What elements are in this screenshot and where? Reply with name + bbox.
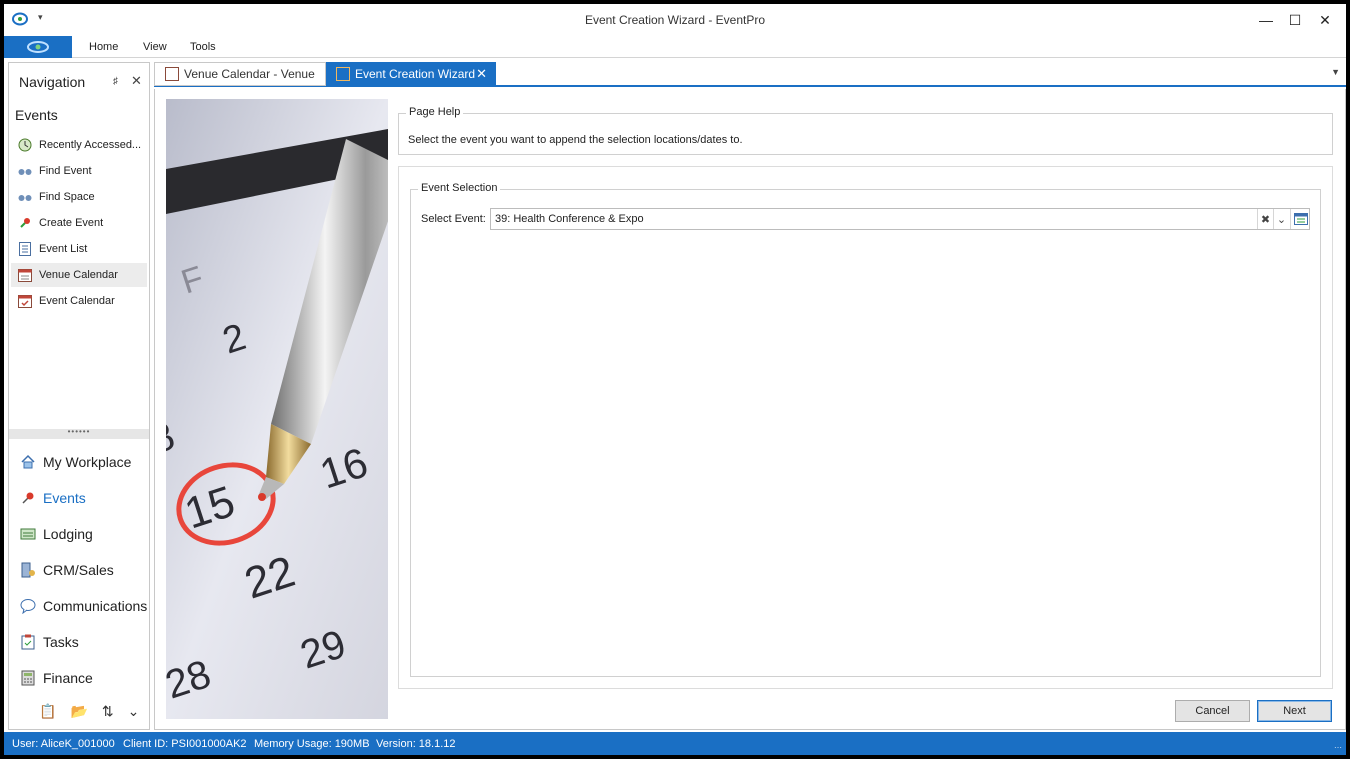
next-button[interactable]: Next [1257, 700, 1332, 722]
pushpin-icon [19, 489, 37, 507]
navigation-overflow-bar: 📋 📂 ⇅ ⌄ [39, 703, 139, 720]
status-client-id: Client ID: PSI001000AK2 [123, 738, 247, 750]
select-event-label: Select Event: [421, 213, 486, 225]
select-event-value: 39: Health Conference & Expo [495, 213, 644, 225]
module-tasks[interactable]: Tasks [13, 627, 149, 657]
calendar-pen-photo: F 2 8 16 15 22 29 28 [166, 99, 388, 719]
status-version: Version: 18.1.12 [376, 738, 456, 750]
tab-label: Event Creation Wizard [355, 67, 476, 81]
module-label: My Workplace [43, 454, 132, 470]
minimize-button[interactable]: — [1251, 8, 1281, 32]
binoculars-icon [17, 163, 33, 179]
status-memory-usage: Memory Usage: 190MB [254, 738, 370, 750]
nav-item-label: Find Space [39, 191, 95, 203]
cancel-button[interactable]: Cancel [1175, 700, 1250, 722]
chevron-down-icon[interactable]: ⌄ [128, 703, 140, 720]
event-selection-group: Event Selection Select Event: 39: Health… [410, 182, 1321, 677]
nav-item-label: Event List [39, 243, 88, 255]
tab-list-dropdown-icon[interactable]: ▼ [1331, 67, 1340, 77]
app-window: ▾ Event Creation Wizard - EventPro — ☐ ✕… [4, 4, 1346, 755]
clock-icon [17, 137, 33, 153]
title-bar: ▾ Event Creation Wizard - EventPro — ☐ ✕ [4, 4, 1346, 36]
open-list-icon[interactable] [1290, 209, 1310, 229]
clear-icon[interactable]: ✖ [1257, 209, 1273, 229]
nav-item-event-list[interactable]: Event List [11, 237, 147, 261]
page-help-group: Page Help Select the event you want to a… [398, 106, 1333, 155]
home-icon [19, 453, 37, 471]
list-icon [17, 241, 33, 257]
menu-tools[interactable]: Tools [190, 41, 216, 53]
module-crm-sales[interactable]: CRM/Sales [13, 555, 149, 585]
nav-item-label: Recently Accessed... [39, 139, 142, 151]
calendar-icon [165, 67, 179, 81]
status-bar: User: AliceK_001000 Client ID: PSI001000… [4, 732, 1346, 755]
menu-view[interactable]: View [143, 41, 167, 53]
nav-item-label: Create Event [39, 217, 104, 229]
panel-splitter[interactable]: •••••• [9, 428, 149, 439]
calendar-icon [17, 267, 33, 283]
tab-venue-calendar[interactable]: Venue Calendar - Venue [154, 62, 326, 86]
wizard-content: F 2 8 16 15 22 29 28 Page Help Select th… [154, 89, 1346, 730]
resize-grip-icon[interactable]: ⋯ [1334, 743, 1342, 752]
module-events[interactable]: Events [13, 483, 149, 513]
documents-icon[interactable]: 📂 [70, 703, 87, 720]
nav-item-label: Venue Calendar [39, 269, 118, 281]
module-communications[interactable]: Communications [13, 591, 149, 621]
close-tab-icon[interactable]: ✕ [476, 66, 487, 82]
speech-bubble-icon [19, 597, 37, 615]
chevron-down-icon[interactable]: ⌄ [1273, 209, 1289, 229]
nav-item-venue-calendar[interactable]: Venue Calendar [11, 263, 147, 287]
nav-item-find-space[interactable]: Find Space [11, 185, 147, 209]
module-label: Communications [43, 598, 148, 614]
module-label: Lodging [43, 526, 93, 542]
navigation-panel: Navigation ♯ ✕ Events Recently Accessed.… [8, 62, 150, 730]
menu-home[interactable]: Home [89, 41, 118, 53]
wizard-page-frame: Event Selection Select Event: 39: Health… [398, 166, 1333, 689]
tab-event-creation-wizard[interactable]: Event Creation Wizard ✕ [326, 62, 496, 86]
calendar-check-icon [17, 293, 33, 309]
close-icon[interactable]: ✕ [131, 73, 142, 89]
notes-icon[interactable]: 📋 [39, 703, 56, 720]
pin-icon [17, 215, 33, 231]
navigation-section-title: Events [15, 107, 58, 123]
module-finance[interactable]: Finance [13, 663, 149, 693]
document-tab-strip: Venue Calendar - Venue Event Creation Wi… [154, 61, 1346, 87]
wizard-icon [336, 67, 350, 81]
module-label: Tasks [43, 634, 79, 650]
sort-arrows-icon[interactable]: ⇅ [102, 703, 114, 720]
nav-item-find-event[interactable]: Find Event [11, 159, 147, 183]
module-label: CRM/Sales [43, 562, 114, 578]
module-label: Finance [43, 670, 93, 686]
navigation-header: Navigation [19, 74, 86, 90]
bed-icon [19, 525, 37, 543]
page-help-title: Page Help [406, 106, 464, 118]
status-user: User: AliceK_001000 [12, 738, 115, 750]
building-icon [19, 561, 37, 579]
close-button[interactable]: ✕ [1310, 8, 1340, 32]
application-menu-button[interactable] [4, 36, 72, 58]
module-label: Events [43, 490, 86, 506]
eventpro-logo-icon [27, 41, 49, 53]
pin-icon[interactable]: ♯ [113, 76, 118, 87]
tab-label: Venue Calendar - Venue [184, 67, 315, 81]
module-lodging[interactable]: Lodging [13, 519, 149, 549]
nav-item-recently-accessed[interactable]: Recently Accessed... [11, 133, 147, 157]
nav-item-label: Event Calendar [39, 295, 115, 307]
nav-item-event-calendar[interactable]: Event Calendar [11, 289, 147, 313]
calculator-icon [19, 669, 37, 687]
maximize-button[interactable]: ☐ [1280, 8, 1310, 32]
nav-item-label: Find Event [39, 165, 92, 177]
nav-item-create-event[interactable]: Create Event [11, 211, 147, 235]
module-my-workplace[interactable]: My Workplace [13, 447, 149, 477]
select-event-combobox[interactable]: 39: Health Conference & Expo ✖ ⌄ [490, 208, 1310, 230]
binoculars-icon [17, 189, 33, 205]
window-title: Event Creation Wizard - EventPro [584, 13, 766, 27]
page-help-text: Select the event you want to append the … [408, 134, 743, 146]
ribbon-menu: Home View Tools [4, 36, 1346, 58]
event-selection-title: Event Selection [418, 182, 501, 194]
clipboard-icon [19, 633, 37, 651]
